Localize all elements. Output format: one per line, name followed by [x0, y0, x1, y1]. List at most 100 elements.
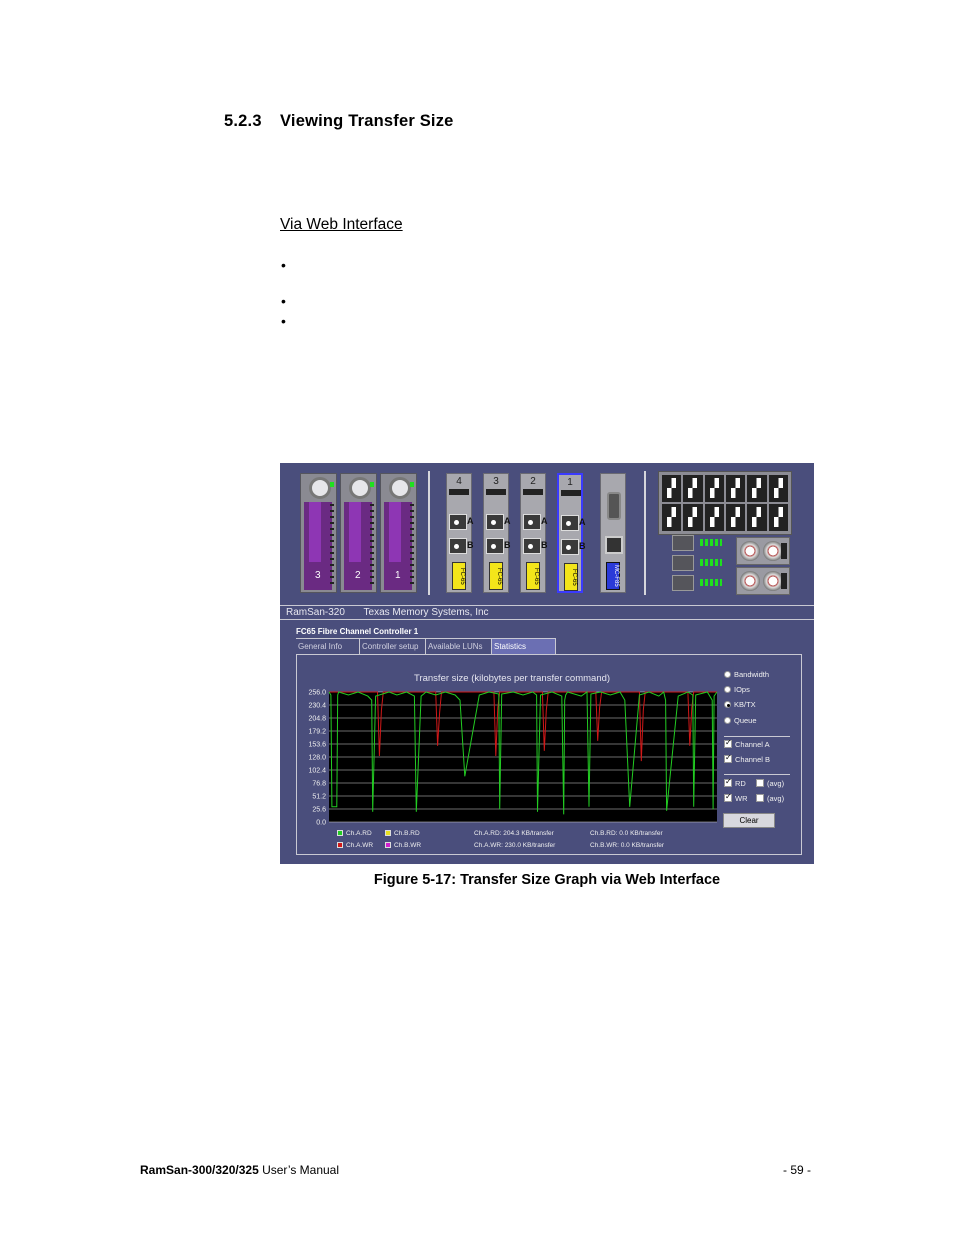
checkbox-icon [756, 779, 764, 787]
power-area [658, 535, 792, 597]
fan-icon [683, 475, 703, 502]
y-tick-label: 179.2 [308, 729, 326, 736]
radio-icon [724, 671, 731, 678]
card-label: FC-65 [526, 562, 540, 590]
radio-icon [724, 717, 731, 724]
stat-b-wr: Ch.B.WR: 0.0 KB/transfer [590, 842, 665, 849]
section-title: Viewing Transfer Size [280, 112, 454, 130]
power-supply-2[interactable] [736, 567, 790, 595]
checkbox-checked-icon [724, 738, 732, 748]
battery-icon[interactable] [672, 535, 694, 551]
divider [644, 471, 646, 595]
fc-card-1[interactable]: 1 A B FC-65 [557, 473, 586, 593]
radio-bandwidth[interactable]: Bandwidth [724, 670, 769, 679]
card-label: FC-65 [452, 562, 466, 590]
y-tick-label: 256.0 [308, 690, 326, 697]
checkbox-rd[interactable]: RD [724, 777, 746, 788]
stat-a-rd: Ch.A.RD: 204.3 KB/transfer [474, 830, 554, 837]
footer-page-number: - 59 - [783, 1163, 812, 1177]
drive-bay-3[interactable]: 3 [300, 473, 337, 593]
tab-available-luns[interactable]: Available LUNs [426, 638, 492, 654]
checkbox-checked-icon [724, 777, 732, 787]
subheading-via-web: Via Web Interface [280, 216, 403, 233]
legend-swatch [385, 830, 391, 836]
legend-swatch [337, 830, 343, 836]
radio-kbtx[interactable]: KB/TX [724, 700, 756, 709]
management-card[interactable]: MC-F85 [600, 473, 626, 593]
y-tick-label: 128.0 [308, 755, 326, 762]
y-tick-label: 204.8 [308, 716, 326, 723]
legend-swatch [385, 842, 391, 848]
drive-bay-1[interactable]: 1 [380, 473, 417, 593]
drive-number: 2 [355, 570, 361, 581]
stat-b-rd: Ch.B.RD: 0.0 KB/transfer [590, 830, 663, 837]
y-tick-label: 153.6 [308, 742, 326, 749]
fan-tray[interactable] [658, 471, 792, 535]
radio-iops[interactable]: IOps [724, 685, 750, 694]
checkbox-checked-icon [724, 753, 732, 763]
divider [428, 471, 430, 595]
footer-product: RamSan-300/320/325 User’s Manual [140, 1163, 340, 1177]
drive-knob-icon [349, 477, 371, 499]
checkbox-rd-avg[interactable]: (avg) [756, 779, 784, 788]
port-b-icon [561, 539, 579, 555]
radio-queue[interactable]: Queue [724, 716, 757, 725]
legend-ch-b-rd: Ch.B.RD [385, 830, 420, 837]
transfer-size-chart: 256.0 230.4 204.8 179.2 153.6 128.0 102.4 76.8 5… [308, 690, 718, 827]
tab-statistics[interactable]: Statistics [492, 638, 556, 654]
status-led [410, 482, 414, 487]
drive-bay-2[interactable]: 2 [340, 473, 377, 593]
fan-icon [662, 475, 682, 502]
fc-card-3[interactable]: 3 A B FC-65 [483, 473, 511, 593]
y-tick-label: 76.8 [312, 781, 326, 788]
drive-number: 3 [315, 570, 321, 581]
bullet-2: • [281, 293, 286, 309]
power-plug-icon [781, 543, 787, 559]
drive-knob-icon [309, 477, 331, 499]
serial-port-icon [607, 492, 621, 520]
battery-icon[interactable] [672, 555, 694, 571]
checkbox-channel-a[interactable]: Channel A [724, 738, 770, 749]
bullet-1: • [281, 257, 286, 273]
fan-icon [747, 475, 767, 502]
legend-ch-a-wr: Ch.A.WR [337, 842, 373, 849]
port-b-icon [523, 538, 541, 554]
y-tick-label: 230.4 [308, 703, 326, 710]
battery-icon[interactable] [672, 575, 694, 591]
clear-button[interactable]: Clear [723, 813, 775, 828]
legend-swatch [337, 842, 343, 848]
fan-icon [726, 504, 746, 531]
power-supply-1[interactable] [736, 537, 790, 565]
ethernet-port-icon [605, 536, 623, 554]
card-label: FC-65 [564, 563, 578, 591]
tab-general-info[interactable]: General Info [296, 638, 360, 654]
app-bar: RamSan-320 Texas Memory Systems, Inc [280, 605, 814, 620]
fc-card-4[interactable]: 4 A B FC-65 [446, 473, 474, 593]
stat-a-wr: Ch.A.WR: 230.0 KB/transfer [474, 842, 556, 849]
fan-icon [662, 504, 682, 531]
fan-icon [704, 504, 724, 531]
mgmt-card-label: MC-F85 [606, 562, 620, 590]
fan-icon [704, 475, 724, 502]
tab-controller-setup[interactable]: Controller setup [360, 638, 426, 654]
checkbox-wr[interactable]: WR [724, 792, 748, 803]
figure-screenshot: 3 2 1 4 A B FC-65 3 A B FC-65 2 A B FC-6… [280, 463, 814, 864]
legend-ch-b-wr: Ch.B.WR [385, 842, 421, 849]
legend-ch-a-rd: Ch.A.RD [337, 830, 372, 837]
drive-number: 1 [395, 570, 401, 581]
tab-bar: General Info Controller setup Available … [296, 638, 802, 654]
led-row [700, 539, 722, 546]
app-product: RamSan-320 [286, 607, 345, 618]
checkbox-channel-b[interactable]: Channel B [724, 753, 770, 764]
fc-card-2[interactable]: 2 A B FC-65 [520, 473, 548, 593]
port-a-icon [449, 514, 467, 530]
checkbox-icon [756, 794, 764, 802]
checkbox-wr-avg[interactable]: (avg) [756, 794, 784, 803]
fan-icon [768, 475, 788, 502]
fan-icon [747, 504, 767, 531]
fan-icon [726, 475, 746, 502]
radio-selected-icon [724, 701, 731, 708]
y-tick-label: 25.6 [312, 807, 326, 814]
power-plug-icon [781, 573, 787, 589]
led-row [700, 559, 722, 566]
